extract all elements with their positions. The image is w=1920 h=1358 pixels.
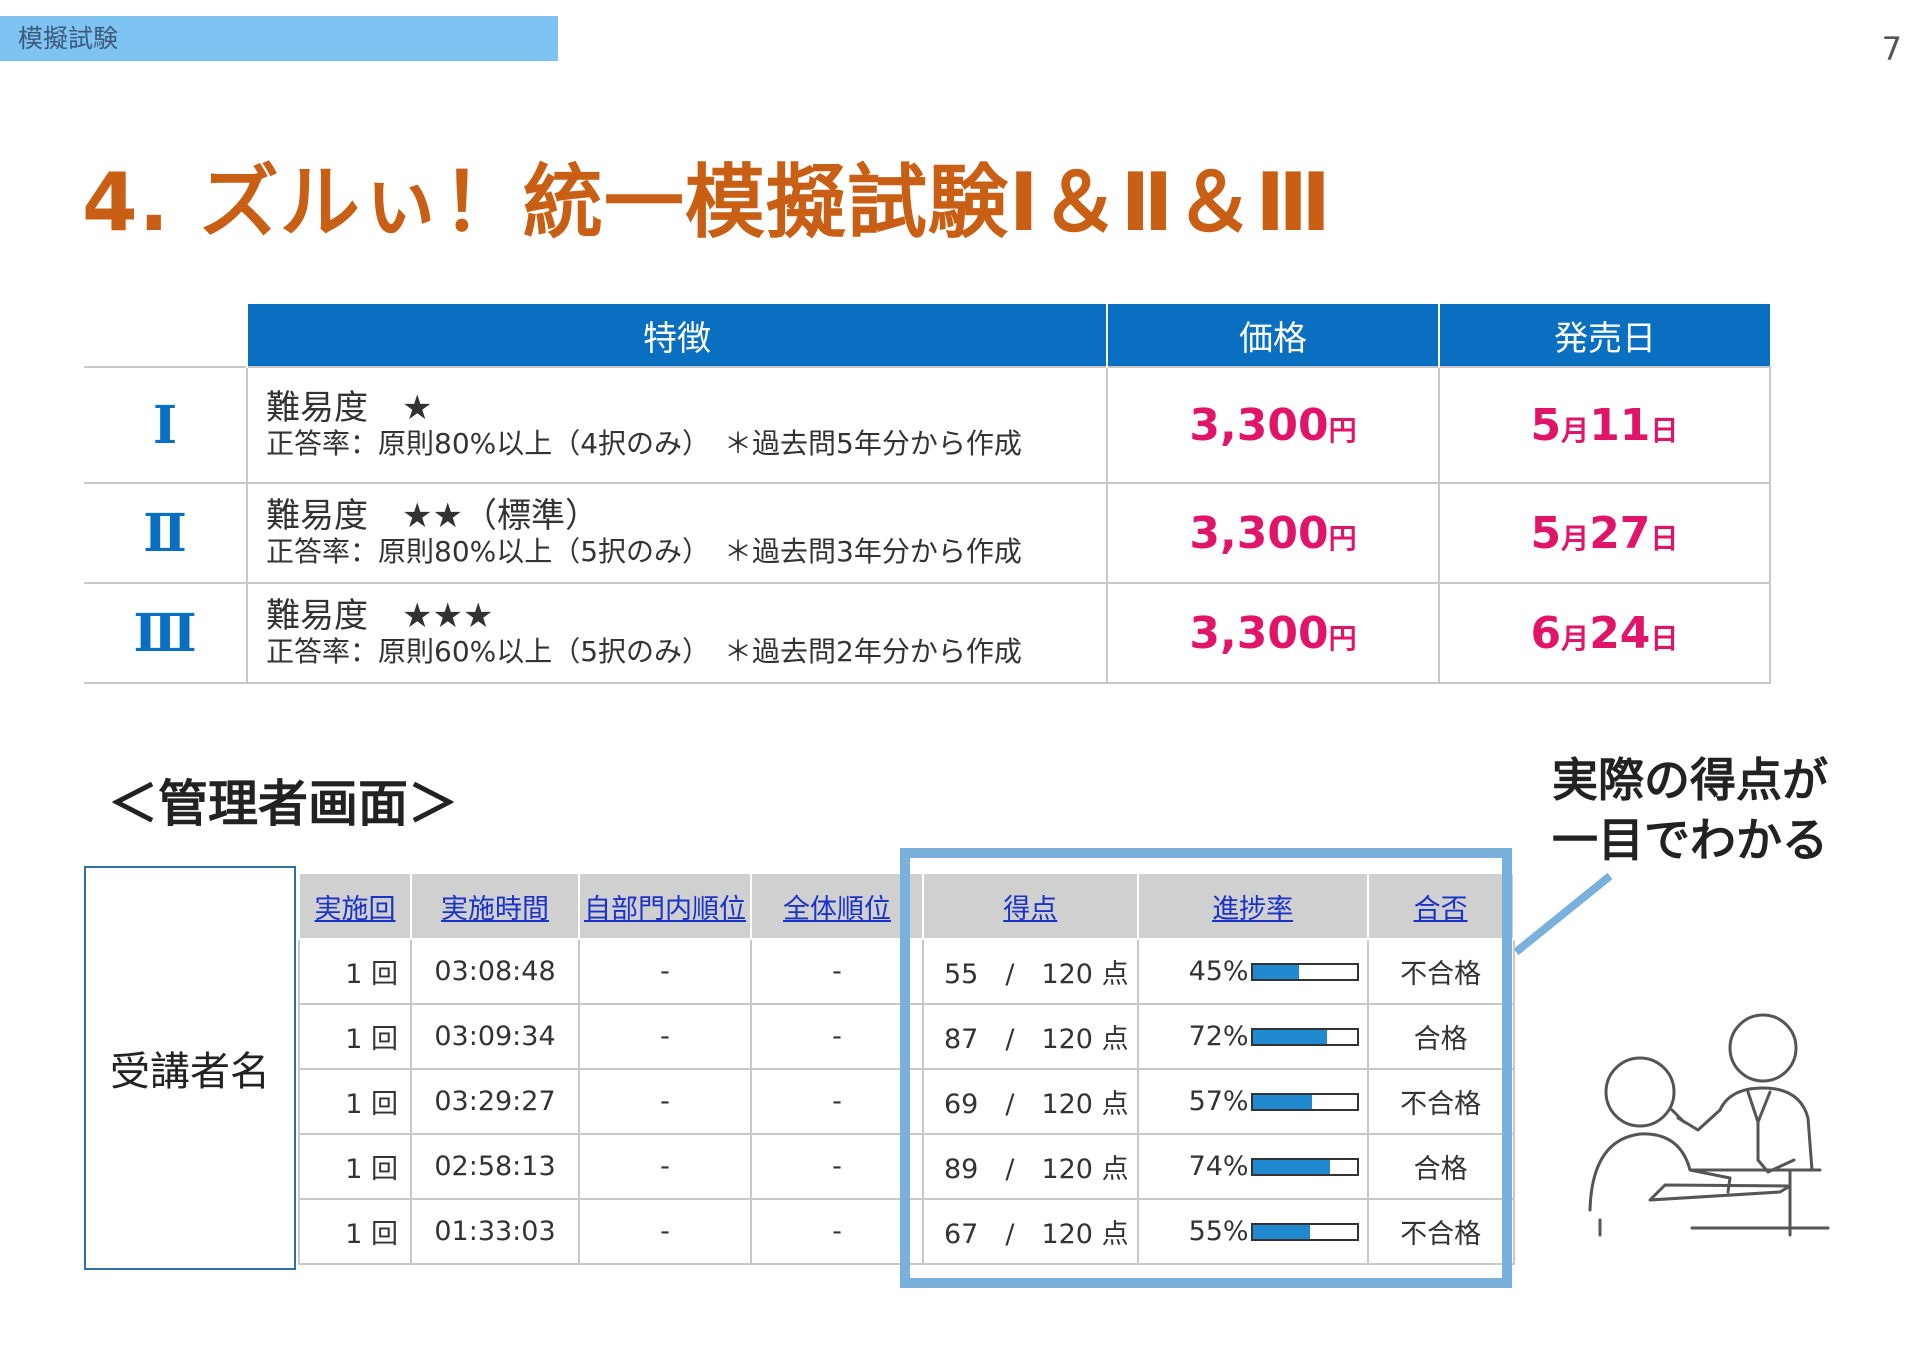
month-unit: 月 <box>1561 521 1590 555</box>
page-title: 4. ズルぃ！統一模擬試験Ⅰ＆Ⅱ＆Ⅲ <box>82 156 1332 249</box>
product-table: 特徴 価格 発売日 Ⅰ 難易度 ★ 正答率：原則80%以上（4択のみ） ＊過去問5年… <box>84 304 1771 684</box>
price-value: 3,300 <box>1189 507 1329 559</box>
difficulty-text: 難易度 ★ <box>266 388 433 428</box>
callout-text: 実際の得点が 一目でわかる <box>1552 750 1828 870</box>
column-header-time[interactable]: 実施時間 <box>410 872 580 940</box>
price-cell: 3,300円 <box>1106 582 1439 684</box>
product-row: Ⅱ 難易度 ★★（標準） 正答率：原則80%以上（5択のみ） ＊過去問3年分から作成… <box>84 482 1771 583</box>
exam-features: 難易度 ★ 正答率：原則80%以上（4択のみ） ＊過去問5年分から作成 <box>246 366 1107 483</box>
dept-rank: - <box>578 1198 752 1265</box>
accuracy-note: 正答率：原則60%以上（5択のみ） ＊過去問2年分から作成 <box>266 635 1022 668</box>
dept-rank: - <box>578 1003 752 1070</box>
attempt-count: 1 回 <box>298 938 412 1005</box>
exam-level-numeral: Ⅱ <box>84 482 247 583</box>
column-header-dept-rank[interactable]: 自部門内順位 <box>578 872 752 940</box>
elapsed-time: 03:08:48 <box>410 938 580 1005</box>
price-unit: 円 <box>1328 521 1357 555</box>
overall-rank: - <box>750 1133 924 1200</box>
product-row: Ⅲ 難易度 ★★★ 正答率：原則60%以上（5択のみ） ＊過去問2年分から作成 3,3… <box>84 582 1771 684</box>
price-value: 3,300 <box>1189 399 1329 451</box>
overall-rank: - <box>750 1198 924 1265</box>
day-unit: 日 <box>1650 621 1679 655</box>
month-unit: 月 <box>1561 621 1590 655</box>
page-number: 7 <box>1881 30 1902 68</box>
price-cell: 3,300円 <box>1106 366 1439 483</box>
price-unit: 円 <box>1328 413 1357 447</box>
difficulty-text: 難易度 ★★★ <box>266 596 494 636</box>
exam-features: 難易度 ★★★ 正答率：原則60%以上（5択のみ） ＊過去問2年分から作成 <box>246 582 1107 684</box>
student-name-box: 受講者名 <box>84 866 296 1270</box>
consultation-illustration-icon <box>1588 1013 1830 1237</box>
price-unit: 円 <box>1328 621 1357 655</box>
release-month: 5 <box>1530 399 1562 451</box>
dept-rank: - <box>578 938 752 1005</box>
attempt-count: 1 回 <box>298 1133 412 1200</box>
release-month: 6 <box>1530 607 1562 659</box>
attempt-count: 1 回 <box>298 1198 412 1265</box>
table-corner <box>84 304 247 367</box>
accuracy-note: 正答率：原則80%以上（4択のみ） ＊過去問5年分から作成 <box>266 427 1022 460</box>
elapsed-time: 03:29:27 <box>410 1068 580 1135</box>
release-date-cell: 6月24日 <box>1438 582 1771 684</box>
overall-rank: - <box>750 1003 924 1070</box>
release-day: 11 <box>1589 399 1651 451</box>
overall-rank: - <box>750 1068 924 1135</box>
day-unit: 日 <box>1650 413 1679 447</box>
attempt-count: 1 回 <box>298 1003 412 1070</box>
elapsed-time: 01:33:03 <box>410 1198 580 1265</box>
student-name-label: 受講者名 <box>110 1049 270 1095</box>
column-header-attempt[interactable]: 実施回 <box>298 872 412 940</box>
product-row: Ⅰ 難易度 ★ 正答率：原則80%以上（4択のみ） ＊過去問5年分から作成 3,300… <box>84 366 1771 483</box>
elapsed-time: 02:58:13 <box>410 1133 580 1200</box>
column-header-price: 価格 <box>1106 304 1439 367</box>
column-header-release: 発売日 <box>1438 304 1770 367</box>
release-date-cell: 5月11日 <box>1438 366 1771 483</box>
section-tag: 模擬試験 <box>0 16 558 61</box>
callout-line-1: 実際の得点が <box>1552 753 1828 807</box>
release-day: 24 <box>1589 607 1651 659</box>
price-value: 3,300 <box>1189 607 1329 659</box>
admin-screen-title: ＜管理者画面＞ <box>108 775 458 833</box>
callout-line-2: 一目でわかる <box>1552 813 1828 867</box>
elapsed-time: 03:09:34 <box>410 1003 580 1070</box>
dept-rank: - <box>578 1068 752 1135</box>
accuracy-note: 正答率：原則80%以上（5択のみ） ＊過去問3年分から作成 <box>266 535 1022 568</box>
exam-features: 難易度 ★★（標準） 正答率：原則80%以上（5択のみ） ＊過去問3年分から作成 <box>246 482 1107 583</box>
difficulty-text: 難易度 ★★（標準） <box>266 496 599 536</box>
overall-rank: - <box>750 938 924 1005</box>
score-highlight-frame <box>900 848 1512 1288</box>
release-month: 5 <box>1530 507 1562 559</box>
exam-level-numeral: Ⅰ <box>84 366 247 483</box>
price-cell: 3,300円 <box>1106 482 1439 583</box>
exam-level-numeral: Ⅲ <box>84 582 247 684</box>
dept-rank: - <box>578 1133 752 1200</box>
release-date-cell: 5月27日 <box>1438 482 1771 583</box>
release-day: 27 <box>1589 507 1651 559</box>
day-unit: 日 <box>1650 521 1679 555</box>
month-unit: 月 <box>1561 413 1590 447</box>
column-header-features: 特徴 <box>246 304 1107 367</box>
column-header-overall-rank[interactable]: 全体順位 <box>750 872 924 940</box>
attempt-count: 1 回 <box>298 1068 412 1135</box>
